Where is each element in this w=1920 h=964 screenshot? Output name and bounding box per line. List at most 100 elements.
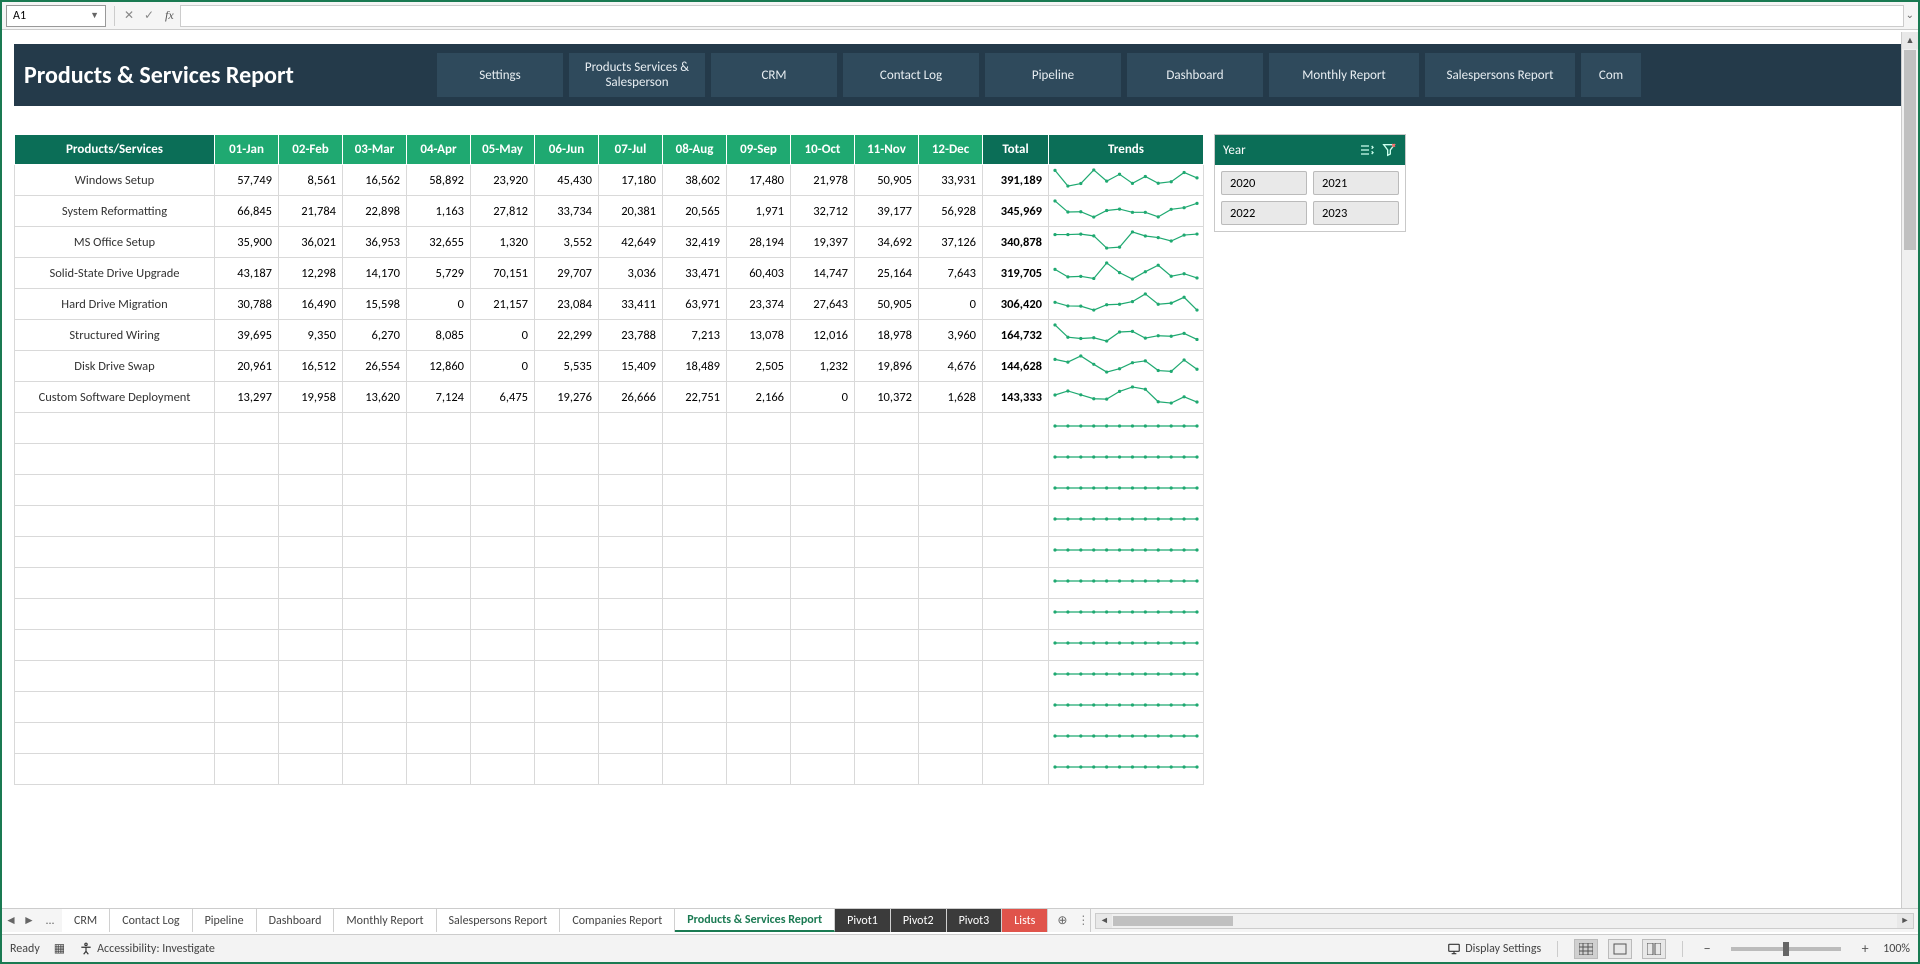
empty-cell[interactable] [279, 475, 343, 506]
zoom-out-button[interactable]: − [1699, 940, 1715, 957]
empty-cell[interactable] [15, 754, 215, 785]
value-cell[interactable]: 7,124 [407, 382, 471, 413]
empty-cell[interactable] [471, 475, 535, 506]
empty-cell[interactable] [919, 475, 983, 506]
value-cell[interactable]: 15,598 [343, 289, 407, 320]
total-cell[interactable]: 391,189 [983, 165, 1049, 196]
empty-cell[interactable] [599, 506, 663, 537]
value-cell[interactable]: 43,187 [215, 258, 279, 289]
display-settings-button[interactable]: Display Settings [1447, 942, 1541, 956]
empty-cell[interactable] [791, 599, 855, 630]
empty-cell[interactable] [15, 475, 215, 506]
value-cell[interactable]: 9,350 [279, 320, 343, 351]
empty-cell[interactable] [407, 599, 471, 630]
empty-cell[interactable] [343, 475, 407, 506]
value-cell[interactable]: 1,163 [407, 196, 471, 227]
name-box[interactable]: A1 ▼ [6, 5, 106, 27]
total-cell[interactable]: 143,333 [983, 382, 1049, 413]
empty-cell[interactable] [919, 444, 983, 475]
slicer-item-2023[interactable]: 2023 [1313, 201, 1399, 225]
total-cell[interactable]: 144,628 [983, 351, 1049, 382]
value-cell[interactable]: 5,535 [535, 351, 599, 382]
empty-cell[interactable] [407, 568, 471, 599]
value-cell[interactable]: 22,898 [343, 196, 407, 227]
empty-cell[interactable] [471, 661, 535, 692]
empty-cell[interactable] [535, 413, 599, 444]
value-cell[interactable]: 39,695 [215, 320, 279, 351]
product-name-cell[interactable]: MS Office Setup [15, 227, 215, 258]
empty-cell[interactable] [407, 692, 471, 723]
value-cell[interactable]: 33,734 [535, 196, 599, 227]
empty-cell[interactable] [215, 630, 279, 661]
new-sheet-button[interactable]: ⊕ [1048, 909, 1076, 932]
empty-cell[interactable] [599, 413, 663, 444]
empty-cell[interactable] [343, 568, 407, 599]
column-header[interactable]: Trends [1049, 135, 1204, 165]
empty-cell[interactable] [663, 754, 727, 785]
empty-cell[interactable] [215, 537, 279, 568]
value-cell[interactable]: 0 [471, 351, 535, 382]
table-row-empty[interactable] [15, 568, 1204, 599]
sheet-tab-dashboard[interactable]: Dashboard [257, 909, 335, 932]
value-cell[interactable]: 1,232 [791, 351, 855, 382]
value-cell[interactable]: 13,297 [215, 382, 279, 413]
empty-cell[interactable] [855, 413, 919, 444]
nav-button-salespersons-report[interactable]: Salespersons Report [1425, 53, 1575, 97]
empty-cell[interactable] [343, 723, 407, 754]
empty-cell[interactable] [919, 661, 983, 692]
table-row-empty[interactable] [15, 444, 1204, 475]
empty-cell[interactable] [983, 413, 1049, 444]
empty-cell[interactable] [279, 506, 343, 537]
empty-cell[interactable] [535, 754, 599, 785]
value-cell[interactable]: 21,157 [471, 289, 535, 320]
empty-cell[interactable] [599, 537, 663, 568]
total-cell[interactable]: 340,878 [983, 227, 1049, 258]
value-cell[interactable]: 21,784 [279, 196, 343, 227]
value-cell[interactable]: 32,712 [791, 196, 855, 227]
value-cell[interactable]: 70,151 [471, 258, 535, 289]
empty-cell[interactable] [407, 537, 471, 568]
accessibility-status[interactable]: Accessibility: Investigate [79, 942, 215, 956]
report-table[interactable]: Products/Services01-Jan02-Feb03-Mar04-Ap… [14, 134, 1204, 785]
empty-cell[interactable] [15, 413, 215, 444]
chevron-down-icon[interactable]: ▼ [90, 10, 99, 21]
table-row-empty[interactable] [15, 506, 1204, 537]
empty-cell[interactable] [663, 599, 727, 630]
zoom-level[interactable]: 100% [1883, 942, 1910, 956]
empty-cell[interactable] [791, 537, 855, 568]
empty-cell[interactable] [407, 444, 471, 475]
value-cell[interactable]: 17,480 [727, 165, 791, 196]
empty-cell[interactable] [727, 630, 791, 661]
value-cell[interactable]: 16,490 [279, 289, 343, 320]
product-name-cell[interactable]: System Reformatting [15, 196, 215, 227]
empty-cell[interactable] [471, 413, 535, 444]
page-break-view-button[interactable] [1642, 939, 1666, 959]
empty-cell[interactable] [343, 444, 407, 475]
value-cell[interactable]: 56,928 [919, 196, 983, 227]
value-cell[interactable]: 36,021 [279, 227, 343, 258]
value-cell[interactable]: 1,320 [471, 227, 535, 258]
value-cell[interactable]: 13,078 [727, 320, 791, 351]
column-header[interactable]: 05-May [471, 135, 535, 165]
empty-cell[interactable] [535, 537, 599, 568]
value-cell[interactable]: 12,016 [791, 320, 855, 351]
empty-cell[interactable] [407, 723, 471, 754]
empty-cell[interactable] [919, 413, 983, 444]
value-cell[interactable]: 66,845 [215, 196, 279, 227]
value-cell[interactable]: 2,505 [727, 351, 791, 382]
value-cell[interactable]: 1,628 [919, 382, 983, 413]
empty-cell[interactable] [727, 661, 791, 692]
empty-cell[interactable] [215, 599, 279, 630]
sheet-tab-crm[interactable]: CRM [62, 909, 110, 932]
table-row[interactable]: Solid-State Drive Upgrade43,18712,29814,… [15, 258, 1204, 289]
value-cell[interactable]: 33,411 [599, 289, 663, 320]
empty-cell[interactable] [279, 413, 343, 444]
empty-cell[interactable] [343, 506, 407, 537]
empty-cell[interactable] [599, 599, 663, 630]
macro-record-icon[interactable]: ▦ [54, 941, 65, 956]
value-cell[interactable]: 63,971 [663, 289, 727, 320]
empty-cell[interactable] [855, 723, 919, 754]
empty-cell[interactable] [279, 692, 343, 723]
empty-cell[interactable] [407, 506, 471, 537]
value-cell[interactable]: 4,676 [919, 351, 983, 382]
